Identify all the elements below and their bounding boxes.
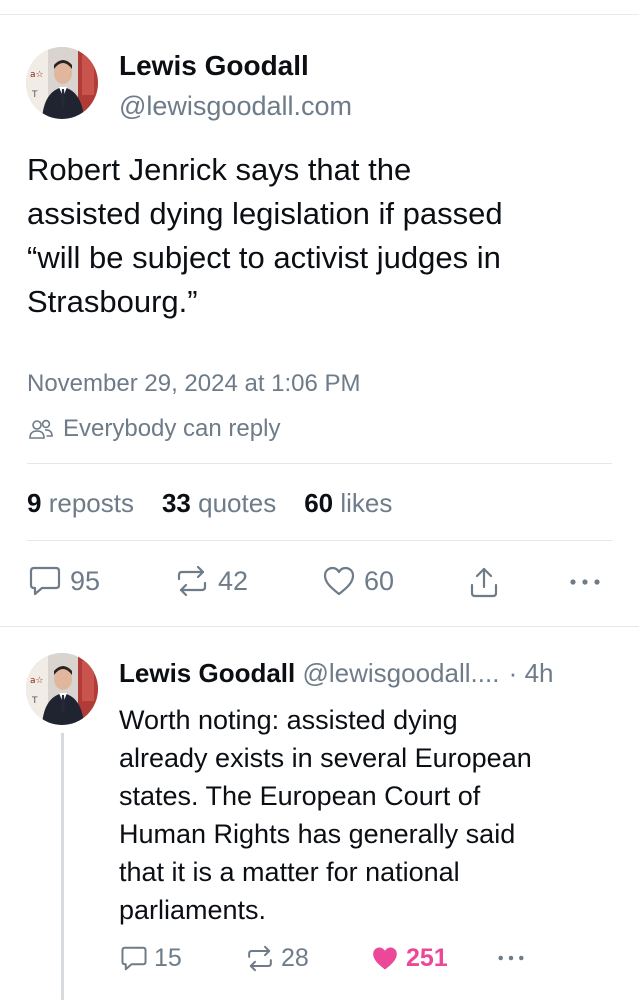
author-name[interactable]: Lewis Goodall <box>119 49 309 83</box>
thread-line <box>61 733 64 1000</box>
heart-icon <box>322 565 356 597</box>
reply-more-button[interactable] <box>496 946 526 970</box>
author-handle[interactable]: @lewisgoodall.com <box>119 89 352 123</box>
speech-bubble-icon <box>28 565 62 597</box>
post-stats: 9 reposts 33 quotes 60 likes <box>27 486 392 520</box>
author-avatar[interactable]: a☆ T <box>26 47 98 119</box>
like-button[interactable]: 60 <box>322 563 394 599</box>
more-icon <box>568 568 602 596</box>
repost-button[interactable]: 42 <box>174 563 248 599</box>
reply-author-handle[interactable]: @lewisgoodall.... <box>302 658 499 688</box>
reply-repost-count: 28 <box>281 943 309 972</box>
top-divider <box>0 14 639 15</box>
quotes-label: quotes <box>198 488 277 518</box>
reply-reply-count: 15 <box>154 943 182 972</box>
reply-repost-button[interactable]: 28 <box>245 942 309 974</box>
reply-text-line: states. The European Court of <box>119 781 481 811</box>
reply-author-avatar[interactable]: a☆ T <box>26 653 98 725</box>
divider <box>0 626 639 627</box>
reply-author-name[interactable]: Lewis Goodall <box>119 658 295 688</box>
like-count: 60 <box>364 565 395 596</box>
quotes-count: 33 <box>161 488 191 518</box>
reply-like-button[interactable]: 251 <box>370 942 448 974</box>
svg-text:T: T <box>31 90 38 100</box>
reply-button[interactable]: 95 <box>28 563 100 599</box>
quotes-stat[interactable]: 33 quotes <box>162 486 276 520</box>
reply-like-count: 251 <box>406 943 448 972</box>
post-text-line: Strasbourg.” <box>27 284 198 319</box>
reply-count: 95 <box>70 565 101 596</box>
divider <box>27 540 612 541</box>
share-button[interactable] <box>468 564 500 600</box>
svg-text:a☆: a☆ <box>30 70 44 80</box>
more-button[interactable] <box>568 568 602 596</box>
share-icon <box>468 565 500 599</box>
post-text-line: assisted dying legislation if passed <box>27 196 503 231</box>
repost-icon <box>174 565 210 597</box>
reposts-label: reposts <box>48 488 134 518</box>
reposts-count: 9 <box>27 488 42 518</box>
divider <box>27 463 612 464</box>
likes-count: 60 <box>304 488 334 518</box>
reply-text: Worth noting: assisted dying already exi… <box>119 701 532 929</box>
reply-setting-label: Everybody can reply <box>63 415 281 442</box>
repost-icon <box>245 945 275 972</box>
reply-time[interactable]: 4h <box>525 658 554 688</box>
post-timestamp[interactable]: November 29, 2024 at 1:06 PM <box>27 368 361 400</box>
likes-stat[interactable]: 60 likes <box>304 486 392 520</box>
people-icon <box>27 417 55 441</box>
reply-text-line: already exists in several European <box>119 743 532 773</box>
reposts-stat[interactable]: 9 reposts <box>27 486 134 520</box>
reply-text-line: Worth noting: assisted dying <box>119 705 458 735</box>
post-text-line: Robert Jenrick says that the <box>27 152 412 187</box>
reply-setting: Everybody can reply <box>27 413 280 445</box>
post-text-line: “will be subject to activist judges in <box>27 240 501 275</box>
repost-count: 42 <box>218 565 249 596</box>
reply-text-line: Human Rights has generally said <box>119 819 516 849</box>
svg-text:T: T <box>31 696 38 706</box>
more-icon <box>496 946 526 970</box>
reply-reply-button[interactable]: 15 <box>120 942 182 974</box>
reply-text-line: that it is a matter for national <box>119 857 460 887</box>
reply-text-line: parliaments. <box>119 895 267 925</box>
post-text: Robert Jenrick says that the assisted dy… <box>27 148 503 324</box>
heart-icon <box>370 945 400 972</box>
speech-bubble-icon <box>120 945 148 972</box>
likes-label: likes <box>340 488 393 518</box>
reply-header: Lewis Goodall @lewisgoodall.... · 4h <box>119 656 553 690</box>
svg-text:a☆: a☆ <box>30 676 44 686</box>
separator-dot: · <box>508 658 518 688</box>
